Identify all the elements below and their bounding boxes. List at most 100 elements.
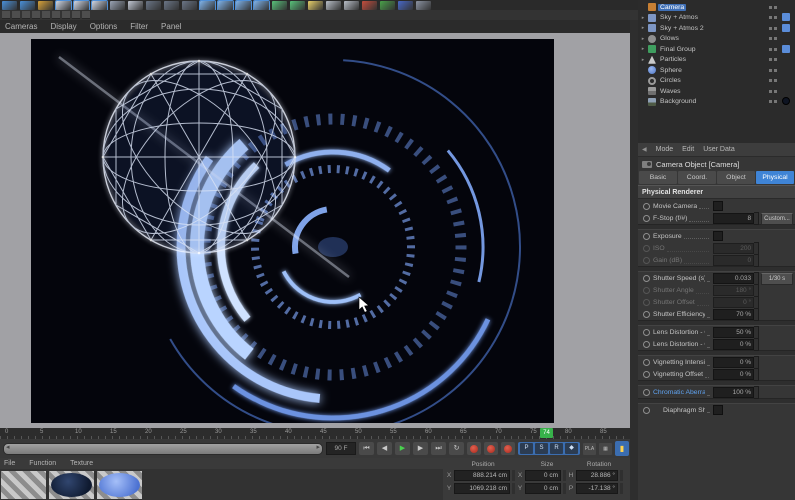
param-value-field[interactable]: 0 % bbox=[713, 369, 755, 380]
record-keyframe-button[interactable] bbox=[467, 442, 481, 455]
rotation-stepper[interactable] bbox=[620, 483, 623, 494]
object-name[interactable]: Circles bbox=[658, 77, 683, 84]
tab-coord[interactable]: Coord. bbox=[678, 171, 716, 184]
layout-icon-7[interactable] bbox=[62, 11, 70, 19]
visibility-dots[interactable] bbox=[769, 26, 777, 30]
animation-toggle-icon[interactable] bbox=[642, 371, 650, 378]
param-value-field[interactable]: 0 bbox=[713, 255, 755, 266]
play-backward-button[interactable]: ◀ bbox=[377, 442, 392, 455]
layout-icon-5[interactable] bbox=[42, 11, 50, 19]
layer-color-chip[interactable] bbox=[782, 13, 790, 22]
size-stepper[interactable] bbox=[563, 470, 566, 481]
rotation-stepper[interactable] bbox=[620, 470, 623, 481]
param-value-field[interactable]: 0 % bbox=[713, 339, 755, 350]
light-icon[interactable] bbox=[308, 1, 323, 10]
size-stepper[interactable] bbox=[563, 483, 566, 494]
object-name[interactable]: Final Group bbox=[658, 46, 698, 53]
visibility-dots[interactable] bbox=[769, 79, 777, 83]
visibility-dots[interactable] bbox=[769, 16, 777, 20]
viewport-menu-panel[interactable]: Panel bbox=[161, 22, 181, 31]
goto-start-button[interactable]: ⏮ bbox=[359, 442, 374, 455]
param-stepper[interactable] bbox=[754, 308, 759, 321]
last-tool-icon[interactable] bbox=[110, 1, 125, 10]
param-value-field[interactable]: 180 ° bbox=[713, 285, 755, 296]
param-checkbox[interactable] bbox=[713, 405, 723, 415]
param-preset-button[interactable]: 1/30 s bbox=[761, 272, 793, 285]
axis-lock-x-icon[interactable] bbox=[362, 1, 377, 10]
position-field[interactable]: 888.214 cm bbox=[454, 470, 510, 481]
object-name[interactable]: Background bbox=[658, 98, 698, 105]
animation-toggle-icon[interactable] bbox=[642, 299, 650, 306]
autokeying-button[interactable] bbox=[484, 442, 498, 455]
object-name[interactable]: Sky + Atmos 2 bbox=[658, 25, 706, 32]
size-field[interactable]: 0 cm bbox=[525, 470, 561, 481]
visibility-dots[interactable] bbox=[769, 89, 777, 93]
param-value-field[interactable]: 0.033 bbox=[713, 273, 755, 284]
layout-icon-9[interactable] bbox=[82, 11, 90, 19]
visibility-dots[interactable] bbox=[769, 5, 777, 9]
size-field[interactable]: 0 cm bbox=[525, 483, 561, 494]
object-name[interactable]: Particles bbox=[658, 56, 688, 63]
object-row-sphere[interactable]: Sphere bbox=[638, 65, 795, 76]
panel-divider[interactable] bbox=[630, 20, 638, 500]
layer-color-chip[interactable] bbox=[782, 97, 790, 106]
object-name[interactable]: Camera bbox=[658, 3, 687, 11]
animation-toggle-icon[interactable] bbox=[642, 257, 650, 264]
layer-color-chip[interactable] bbox=[782, 23, 790, 32]
object-row-glows[interactable]: ▸ Glows bbox=[638, 34, 795, 45]
expander-icon[interactable]: ▸ bbox=[640, 15, 646, 21]
layout-icon-4[interactable] bbox=[32, 11, 40, 19]
record-rotation-button[interactable]: R bbox=[550, 443, 563, 454]
cube-primitive-icon[interactable] bbox=[200, 1, 215, 10]
record-scale-button[interactable]: S bbox=[535, 443, 548, 454]
render-view-icon[interactable] bbox=[146, 1, 161, 10]
param-value-field[interactable]: 50 % bbox=[713, 327, 755, 338]
object-row-circles[interactable]: Circles bbox=[638, 76, 795, 87]
animation-toggle-icon[interactable] bbox=[642, 341, 650, 348]
tab-object[interactable]: Object bbox=[717, 171, 755, 184]
render-settings-icon[interactable] bbox=[182, 1, 197, 10]
render-area[interactable] bbox=[31, 39, 554, 423]
param-value-field[interactable]: 100 % bbox=[713, 387, 755, 398]
rotation-field[interactable]: 28.886 ° bbox=[576, 470, 618, 481]
param-value-field[interactable]: 0 ° bbox=[713, 297, 755, 308]
position-field[interactable]: 1069.218 cm bbox=[454, 483, 510, 494]
animation-toggle-icon[interactable] bbox=[642, 389, 650, 396]
animation-toggle-icon[interactable] bbox=[642, 287, 650, 294]
timeline-ruler[interactable]: 74 0 5 10 15 20 25 30 35 40 45 50 55 60 65 70 75 80 85 bbox=[0, 428, 630, 439]
param-value-field[interactable]: 200 bbox=[713, 243, 755, 254]
material-dark-sphere[interactable] bbox=[49, 471, 94, 499]
layout-icon-1[interactable] bbox=[2, 11, 10, 19]
attribute-menu-mode[interactable]: Mode bbox=[656, 146, 674, 153]
record-active-objects-button[interactable] bbox=[501, 442, 515, 455]
floor-environment-icon[interactable] bbox=[272, 1, 287, 10]
expander-icon[interactable]: ▸ bbox=[640, 46, 646, 52]
param-stepper[interactable] bbox=[754, 212, 759, 225]
play-forward-button[interactable]: ▶ bbox=[413, 442, 428, 455]
record-position-button[interactable]: P bbox=[520, 443, 533, 454]
material-menu-file[interactable]: File bbox=[4, 460, 15, 467]
object-row-final-group[interactable]: ▸ Final Group bbox=[638, 44, 795, 55]
layout-icon-8[interactable] bbox=[72, 11, 80, 19]
object-row-sky-atmos[interactable]: ▸ Sky + Atmos bbox=[638, 13, 795, 24]
timeline-state-button[interactable]: ▮ bbox=[615, 441, 629, 456]
object-row-particles[interactable]: ▸ Particles bbox=[638, 55, 795, 66]
position-stepper[interactable] bbox=[512, 470, 515, 481]
expander-icon[interactable]: ▸ bbox=[640, 36, 646, 42]
loop-mode-button[interactable]: ↻ bbox=[449, 442, 464, 455]
undo-icon[interactable] bbox=[2, 1, 17, 10]
attribute-menu-edit[interactable]: Edit bbox=[682, 146, 694, 153]
current-frame-marker[interactable]: 74 bbox=[540, 428, 553, 438]
layer-color-chip[interactable] bbox=[782, 44, 790, 53]
material-menu-texture[interactable]: Texture bbox=[70, 460, 93, 467]
end-frame-field[interactable]: 90 F bbox=[326, 442, 356, 455]
param-checkbox[interactable] bbox=[713, 201, 723, 211]
subdivision-surface-icon[interactable] bbox=[236, 1, 251, 10]
viewport-menu-cameras[interactable]: Cameras bbox=[5, 22, 37, 31]
animation-toggle-icon[interactable] bbox=[642, 406, 650, 414]
layout-icon-2[interactable] bbox=[12, 11, 20, 19]
tab-basic[interactable]: Basic bbox=[639, 171, 677, 184]
viewport-menu-display[interactable]: Display bbox=[50, 22, 76, 31]
history-back-icon[interactable]: ◀ bbox=[642, 146, 647, 153]
layout-icon-3[interactable] bbox=[22, 11, 30, 19]
